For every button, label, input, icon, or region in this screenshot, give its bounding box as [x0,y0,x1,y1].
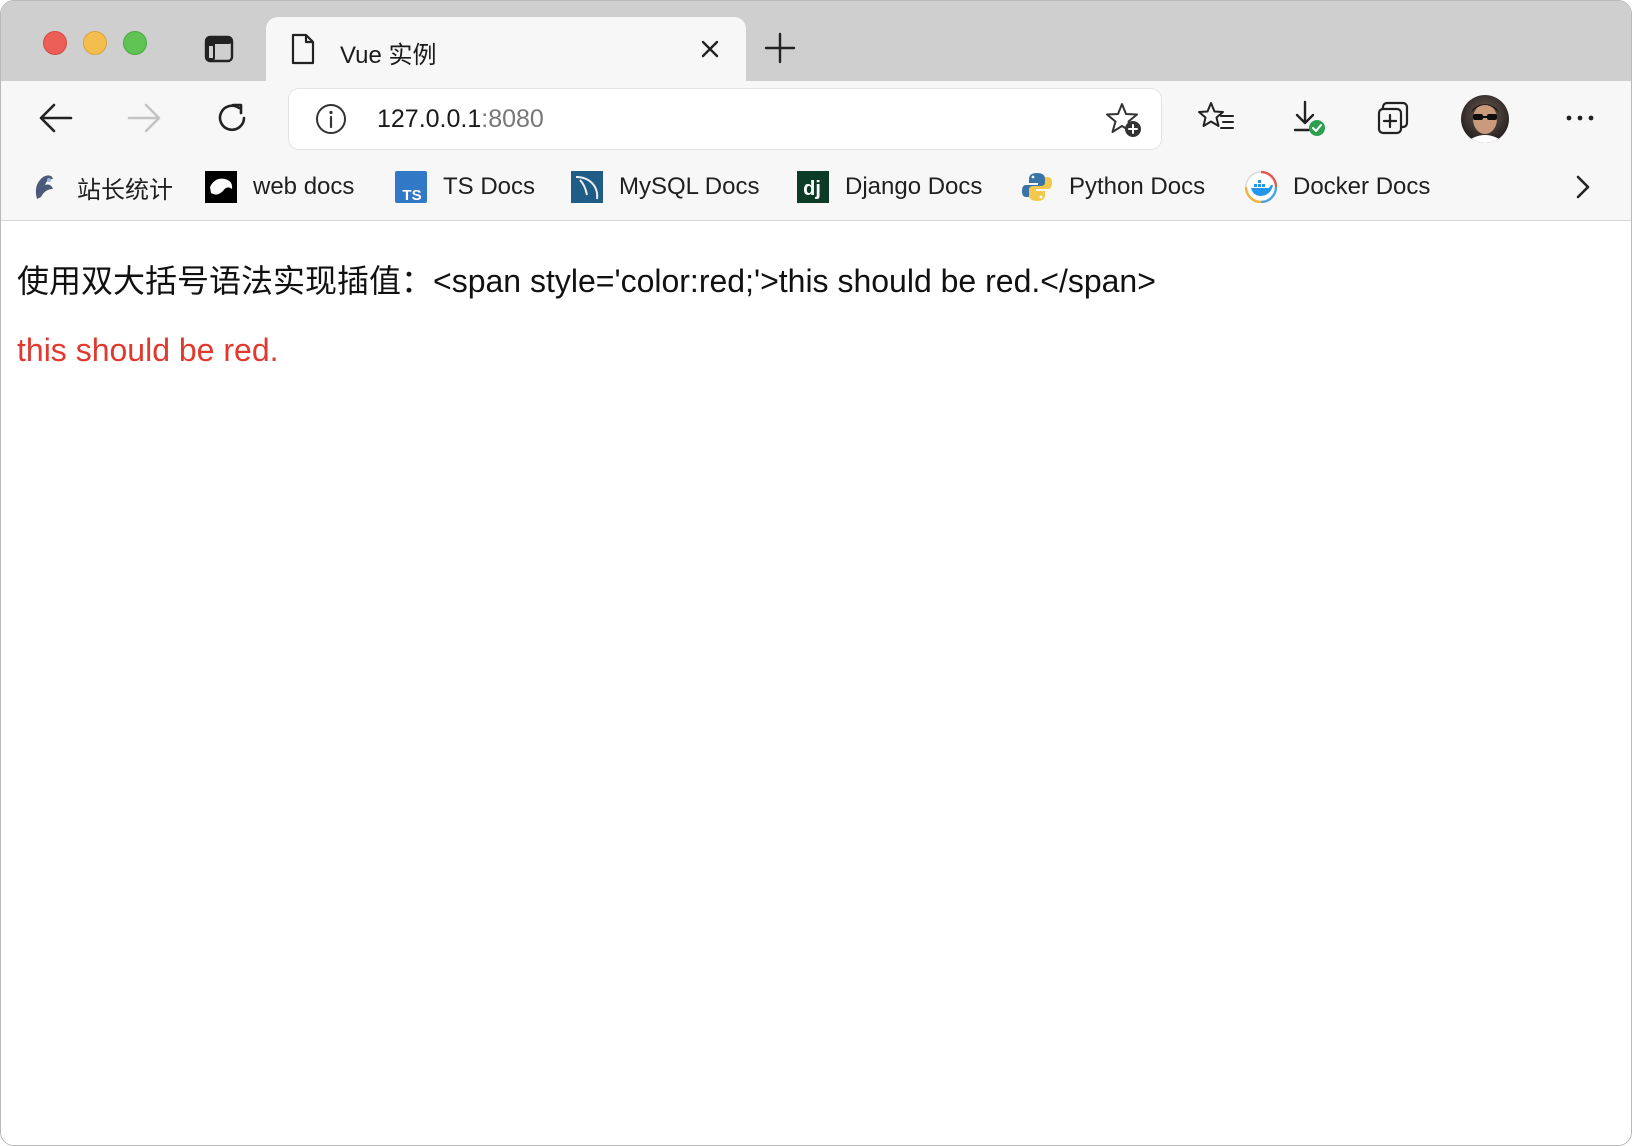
bookmark-label: web docs [253,173,355,200]
tab-close-icon[interactable] [698,37,722,61]
url-port: :8080 [481,105,544,133]
bookmark-label: Docker Docs [1293,173,1431,200]
bookmark-label: TS Docs [443,173,536,200]
tab-strip: Vue 实例 [1,1,1631,81]
collections-icon[interactable] [1375,99,1413,137]
site-info-icon[interactable] [315,103,347,135]
tab-actions-icon[interactable] [204,34,234,64]
document-icon [291,33,315,65]
bookmark-label: MySQL Docs [619,173,760,200]
bookmark-label: Python Docs [1069,173,1206,200]
bookmark-mysql-docs[interactable]: MySQL Docs [571,167,759,207]
new-tab-icon[interactable] [763,31,797,65]
bookmark-web-docs[interactable]: web docs [205,167,354,207]
favorites-icon[interactable] [1197,99,1235,137]
more-options-icon[interactable] [1561,99,1599,137]
back-arrow-icon[interactable] [37,99,75,137]
django-icon: dj [797,171,829,203]
bookmark-django-docs[interactable]: dj Django Docs [797,167,982,207]
bookmark-ts-docs[interactable]: TS TS Docs [395,167,535,207]
window-close-button[interactable] [43,31,67,55]
tab-title: Vue 实例 [340,42,437,69]
docker-icon [1245,171,1277,203]
reload-icon[interactable] [213,99,251,137]
bookmark-cnzz[interactable]: 站长统计 [29,167,173,207]
bookmark-label: Django Docs [845,173,983,200]
html-rendered-red-text: this should be red. [17,332,279,368]
avatar-photo [1465,104,1505,143]
mysql-icon [571,171,603,203]
window-maximize-button[interactable] [123,31,147,55]
interpolation-text: 使用双大括号语法实现插值：<span style='color:red;'>th… [17,263,1156,299]
add-favorite-icon[interactable] [1105,101,1143,139]
forward-arrow-icon[interactable] [125,99,163,137]
bookmark-python-docs[interactable]: Python Docs [1021,167,1205,207]
tab-active[interactable]: Vue 实例 [266,17,746,81]
bookmarks-bar: 站长统计 web docs TS TS Docs MySQL Docs dj D… [1,153,1631,221]
svg-text:TS: TS [402,187,421,203]
python-icon [1022,173,1052,201]
profile-avatar[interactable] [1461,95,1509,143]
address-bar[interactable]: 127.0.0.1:8080 [289,89,1161,149]
page-content: 使用双大括号语法实现插值：<span style='color:red;'>th… [1,222,1631,1145]
bookmarks-overflow-chevron-icon[interactable] [1569,169,1597,205]
browser-window: Vue 实例 127.0.0.1:8080 站长统计 web docs TS T… [0,0,1632,1146]
window-minimize-button[interactable] [83,31,107,55]
mdn-icon [205,171,237,203]
downloads-icon[interactable] [1289,99,1327,137]
svg-text:dj: dj [803,178,821,200]
bookmark-docker-docs[interactable]: Docker Docs [1245,167,1430,207]
typescript-icon: TS [395,171,427,203]
navigation-toolbar: 127.0.0.1:8080 [1,81,1631,153]
url-text[interactable]: 127.0.0.1:8080 [377,105,544,134]
cnzz-icon [35,175,53,199]
bookmark-label: 站长统计 [77,176,173,204]
url-host: 127.0.0.1 [377,105,482,133]
